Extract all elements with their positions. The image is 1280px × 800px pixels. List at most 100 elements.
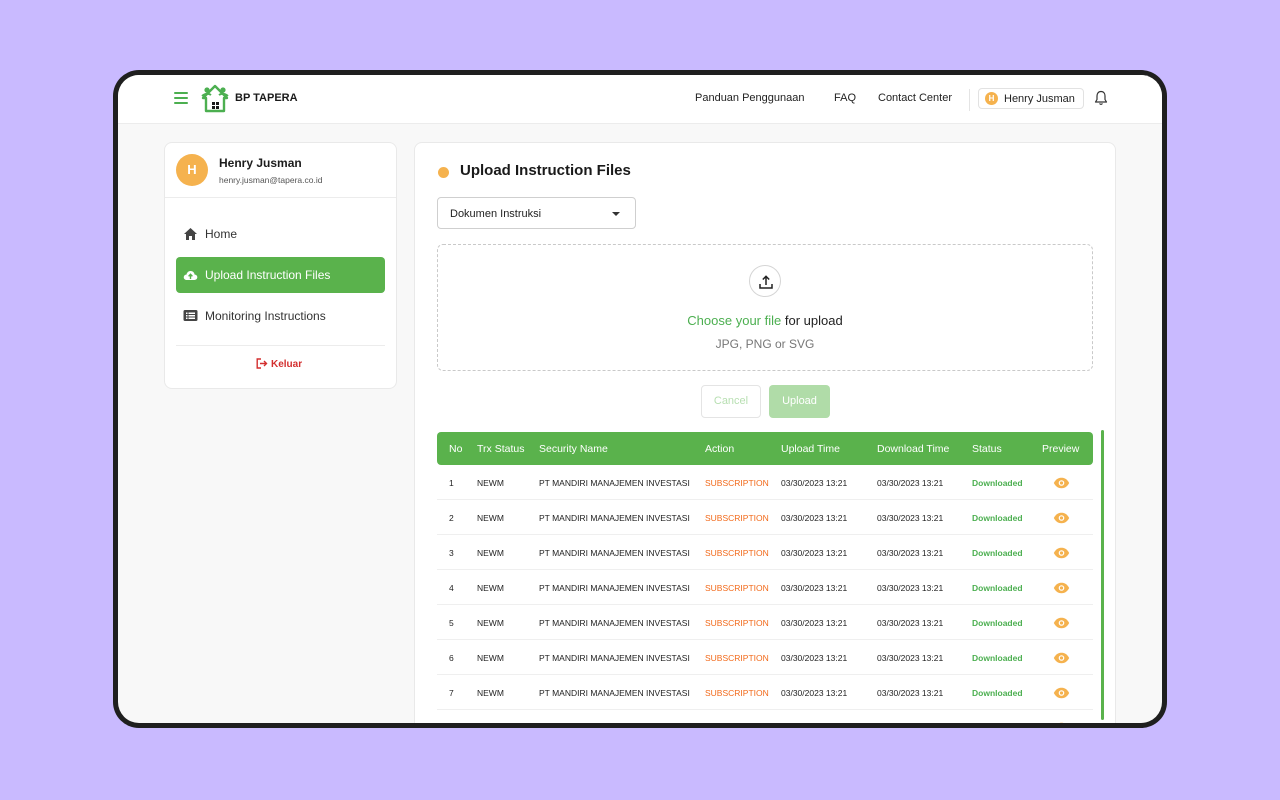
row-status: Downloaded: [972, 513, 1023, 523]
row-upload-time: 03/30/2023 13:21: [781, 688, 848, 698]
row-upload-time: 03/30/2023 13:21: [781, 618, 848, 628]
dropdown-selected-value: Dokumen Instruksi: [450, 208, 542, 220]
top-navbar: BP TAPERA Panduan Penggunaan FAQ Contact…: [118, 75, 1162, 124]
table-row: 6 NEWM PT MANDIRI MANAJEMEN INVESTASI SUBSC…: [437, 640, 1093, 675]
brand-name: BP TAPERA: [235, 92, 298, 104]
sidebar-item-label: Upload Instruction Files: [205, 268, 331, 282]
dropzone-suffix: for upload: [781, 313, 843, 328]
instructions-table: No Trx Status Security Name Action Uploa…: [437, 432, 1093, 723]
row-status: Downloaded: [972, 688, 1023, 698]
row-trx-status: NEWM: [477, 583, 504, 593]
table-row: 4 NEWM PT MANDIRI MANAJEMEN INVESTASI SUBSC…: [437, 570, 1093, 605]
table-row: 1 NEWM PT MANDIRI MANAJEMEN INVESTASI SUBSC…: [437, 465, 1093, 500]
upload-button[interactable]: Upload: [769, 385, 830, 418]
row-trx-status: NEWM: [477, 688, 504, 698]
nav-divider: [969, 89, 970, 111]
logout-label: Keluar: [271, 359, 303, 370]
preview-eye-icon[interactable]: [1053, 686, 1070, 699]
choose-file-link[interactable]: Choose your file: [687, 313, 781, 328]
nav-contact-center[interactable]: Contact Center: [878, 92, 952, 104]
table-header: No Trx Status Security Name Action Uploa…: [437, 432, 1093, 465]
sidebar-item-upload-instruction-files[interactable]: Upload Instruction Files: [176, 257, 385, 293]
bp-tapera-logo: [201, 84, 229, 113]
row-trx-status: NEWM: [477, 548, 504, 558]
row-no: 1: [449, 478, 454, 488]
row-download-time: 03/30/2023 13:21: [877, 688, 944, 698]
table-scrollbar[interactable]: [1101, 430, 1104, 720]
upload-icon[interactable]: [749, 265, 781, 297]
preview-eye-icon[interactable]: [1053, 581, 1070, 594]
sidebar-item-label: Home: [205, 227, 238, 241]
row-trx-status: NEWM: [477, 478, 504, 488]
preview-eye-icon[interactable]: [1053, 476, 1070, 489]
row-trx-status: NEWM: [477, 513, 504, 523]
profile-email: henry.jusman@tapera.co.id: [219, 175, 323, 185]
logout-icon: [256, 358, 268, 369]
row-download-time: 03/30/2023 13:21: [877, 618, 944, 628]
profile-name: Henry Jusman: [219, 156, 302, 170]
row-action: SUBSCRIPTION: [705, 653, 769, 663]
column-header-upload-time: Upload Time: [781, 443, 840, 455]
column-header-no: No: [449, 443, 463, 455]
main-panel: Upload Instruction Files Dokumen Instruk…: [414, 142, 1116, 723]
row-security-name: PT MANDIRI MANAJEMEN INVESTASI: [539, 513, 690, 523]
row-download-time: 03/30/2023 13:21: [877, 583, 944, 593]
sidebar-divider: [176, 345, 385, 346]
column-header-security-name: Security Name: [539, 443, 608, 455]
row-action: SUBSCRIPTION: [705, 583, 769, 593]
cloud-upload-icon: [183, 271, 198, 280]
notification-bell-icon[interactable]: [1094, 90, 1108, 106]
sidebar-item-home[interactable]: Home: [176, 216, 385, 252]
preview-eye-icon[interactable]: [1053, 616, 1070, 629]
preview-eye-icon[interactable]: [1053, 546, 1070, 559]
row-upload-time: 03/30/2023 13:21: [781, 513, 848, 523]
dropzone-hint: JPG, PNG or SVG: [715, 337, 815, 351]
column-header-download-time: Download Time: [877, 443, 950, 455]
row-upload-time: 03/30/2023 13:21: [781, 653, 848, 663]
document-type-dropdown[interactable]: Dokumen Instruksi: [437, 197, 636, 229]
sidebar-profile: H Henry Jusman henry.jusman@tapera.co.id: [165, 143, 396, 198]
title-dot: [438, 167, 449, 178]
row-status: Downloaded: [972, 583, 1023, 593]
user-menu-chip[interactable]: H Henry Jusman: [978, 88, 1084, 109]
device-frame: BP TAPERA Panduan Penggunaan FAQ Contact…: [113, 70, 1167, 728]
row-no: 3: [449, 548, 454, 558]
column-header-preview: Preview: [1042, 443, 1080, 455]
row-action: SUBSCRIPTION: [705, 478, 769, 488]
logout-button[interactable]: Keluar: [256, 358, 302, 370]
hamburger-menu-icon[interactable]: [174, 92, 188, 106]
dropzone-text: Choose your file for upload: [438, 313, 1092, 328]
row-security-name: PT MANDIRI MANAJEMEN INVESTASI: [539, 653, 690, 663]
row-status: Downloaded: [972, 653, 1023, 663]
row-security-name: PT MANDIRI MANAJEMEN INVESTASI: [539, 583, 690, 593]
sidebar-item-label: Monitoring Instructions: [205, 309, 326, 323]
row-no: 5: [449, 618, 454, 628]
row-download-time: 03/30/2023 13:21: [877, 478, 944, 488]
file-dropzone[interactable]: Choose your file for upload JPG, PNG or …: [437, 244, 1093, 371]
preview-eye-icon[interactable]: [1053, 511, 1070, 524]
row-security-name: PT MANDIRI MANAJEMEN INVESTASI: [539, 478, 690, 488]
nav-faq[interactable]: FAQ: [834, 92, 856, 104]
row-status: Downloaded: [972, 548, 1023, 558]
preview-eye-icon[interactable]: [1053, 651, 1070, 664]
app-screen: BP TAPERA Panduan Penggunaan FAQ Contact…: [118, 75, 1162, 723]
row-action: SUBSCRIPTION: [705, 688, 769, 698]
nav-panduan-penggunaan[interactable]: Panduan Penggunaan: [695, 92, 805, 104]
row-security-name: PT MANDIRI MANAJEMEN INVESTASI: [539, 618, 690, 628]
cancel-button[interactable]: Cancel: [701, 385, 761, 418]
row-action: SUBSCRIPTION: [705, 548, 769, 558]
column-header-status: Status: [972, 443, 1002, 455]
row-no: 4: [449, 583, 454, 593]
row-status: Downloaded: [972, 478, 1023, 488]
row-trx-status: NEWM: [477, 618, 504, 628]
row-download-time: 03/30/2023 13:21: [877, 513, 944, 523]
row-action: SUBSCRIPTION: [705, 618, 769, 628]
table-row: 3 NEWM PT MANDIRI MANAJEMEN INVESTASI SUBSC…: [437, 535, 1093, 570]
user-avatar: H: [985, 92, 998, 105]
row-trx-status: NEWM: [477, 653, 504, 663]
preview-eye-icon[interactable]: [1053, 721, 1070, 723]
table-row: 7 NEWM PT MANDIRI MANAJEMEN INVESTASI SUBSC…: [437, 675, 1093, 710]
sidebar-item-monitoring-instructions[interactable]: Monitoring Instructions: [176, 298, 385, 334]
column-header-trx-status: Trx Status: [477, 443, 525, 455]
sidebar: H Henry Jusman henry.jusman@tapera.co.id…: [164, 142, 397, 389]
